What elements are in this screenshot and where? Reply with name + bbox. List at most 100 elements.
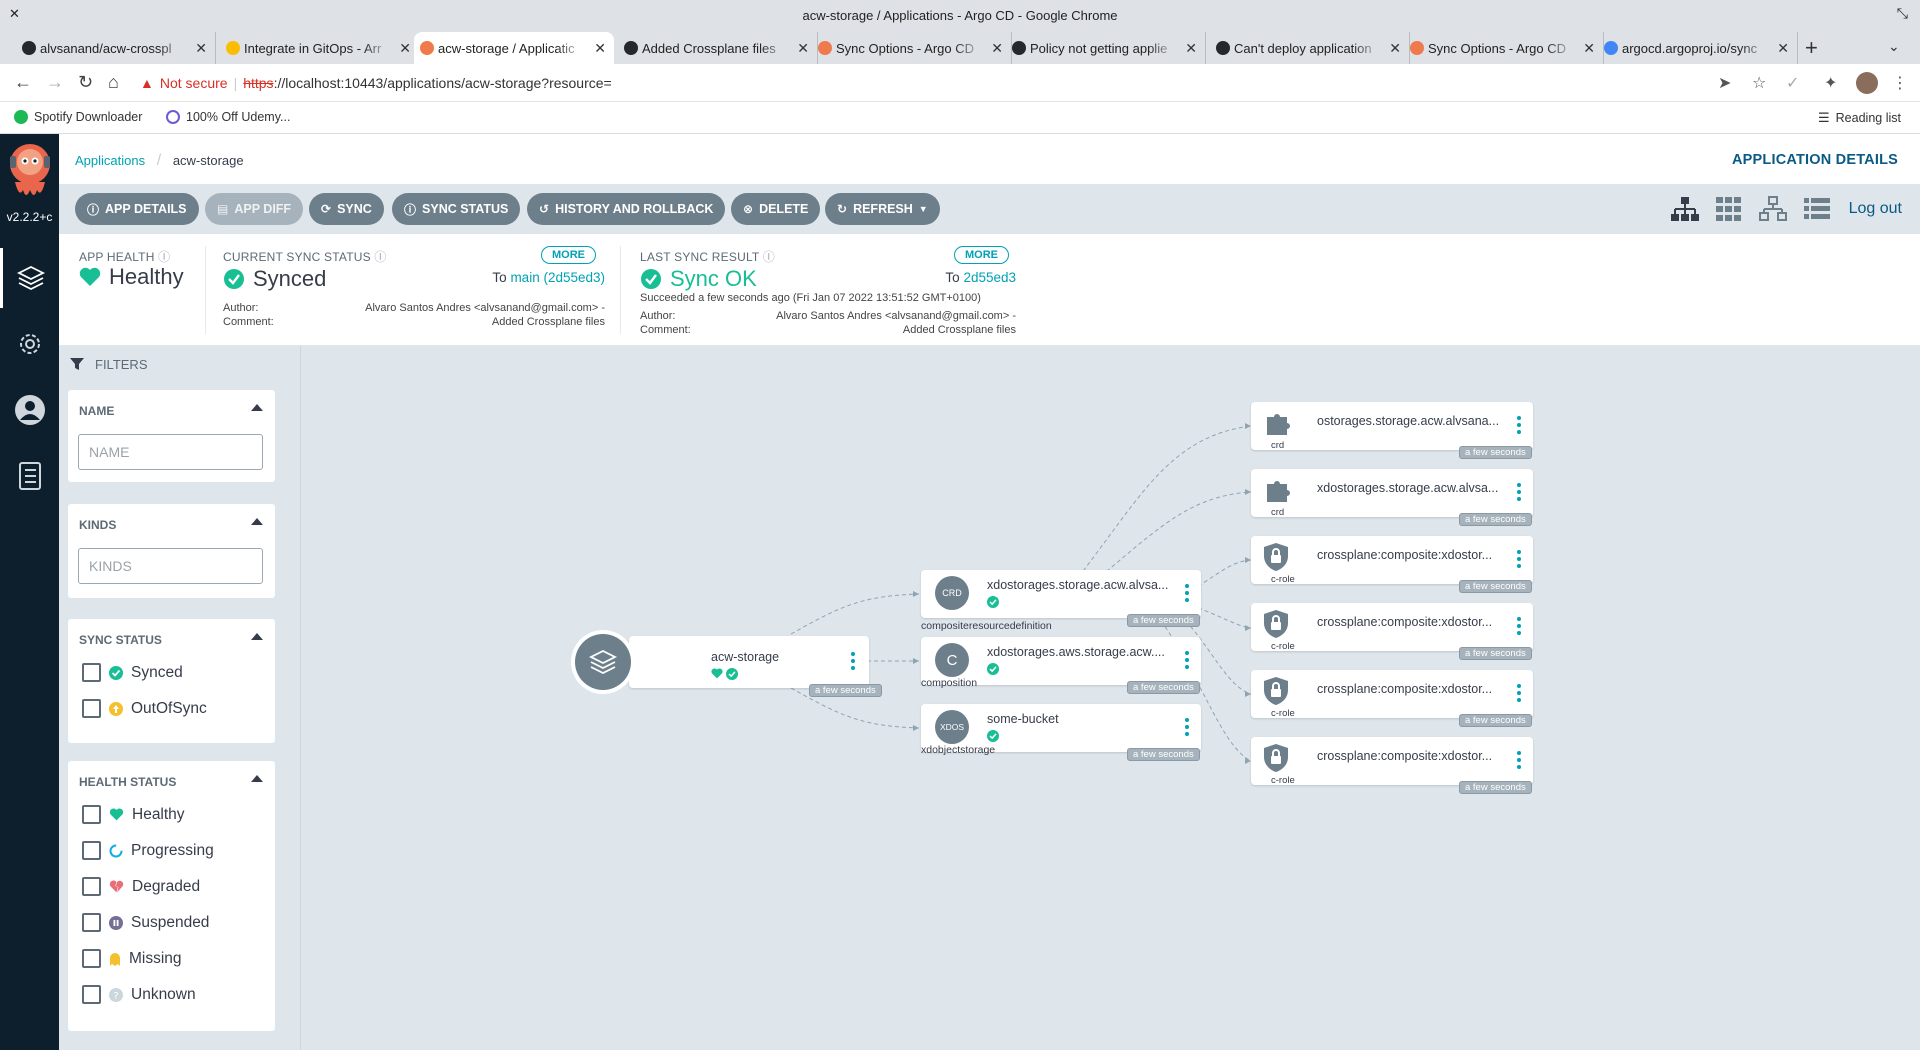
app-diff-button[interactable]: ▤ APP DIFF bbox=[205, 193, 304, 225]
tab-close-icon[interactable]: ✕ bbox=[1185, 40, 1197, 57]
resource-node-c-role[interactable]: c-role crossplane:composite:xdostor... a f… bbox=[1251, 670, 1533, 727]
progressing-checkbox[interactable] bbox=[82, 841, 101, 860]
browser-tab-3[interactable]: Added Crossplane files ✕ bbox=[618, 32, 818, 64]
send-icon[interactable]: ➤ bbox=[1718, 73, 1731, 93]
resource-node-xrd[interactable]: CRD xdostorages.storage.acw.alvsa... com… bbox=[921, 570, 1201, 632]
node-menu-icon[interactable] bbox=[1517, 550, 1521, 568]
collapse-caret-icon[interactable] bbox=[251, 633, 263, 640]
nav-applications[interactable] bbox=[0, 248, 59, 308]
refresh-button[interactable]: ↻ REFRESH ▼ bbox=[825, 193, 940, 225]
resource-node-crd[interactable]: crd xdostorages.storage.acw.alvsa... a few… bbox=[1251, 469, 1533, 526]
degraded-checkbox[interactable] bbox=[82, 877, 101, 896]
browser-tab-5[interactable]: Policy not getting applie ✕ bbox=[1006, 32, 1206, 64]
filter-missing[interactable]: Missing bbox=[82, 949, 182, 968]
sync-status-button[interactable]: ⓘ SYNC STATUS bbox=[392, 193, 521, 225]
tab-search-chevron-icon[interactable]: ⌄ bbox=[1888, 38, 1900, 55]
node-menu-icon[interactable] bbox=[1517, 684, 1521, 702]
node-menu-icon[interactable] bbox=[1185, 584, 1189, 602]
healthy-checkbox[interactable] bbox=[82, 805, 101, 824]
network-view-button[interactable] bbox=[1753, 192, 1793, 226]
node-menu-icon[interactable] bbox=[1517, 617, 1521, 635]
collapse-caret-icon[interactable] bbox=[251, 775, 263, 782]
resource-node-c-role[interactable]: c-role crossplane:composite:xdostor... a f… bbox=[1251, 536, 1533, 593]
filter-healthy[interactable]: Healthy bbox=[82, 805, 185, 824]
last-sync-revision-link[interactable]: 2d55ed3 bbox=[963, 270, 1016, 285]
browser-tab-4[interactable]: Sync Options - Argo CD ✕ bbox=[812, 32, 1012, 64]
tab-close-icon[interactable]: ✕ bbox=[1583, 40, 1595, 57]
forward-icon[interactable]: → bbox=[46, 72, 64, 93]
node-menu-icon[interactable] bbox=[1517, 483, 1521, 501]
pods-view-button[interactable] bbox=[1709, 192, 1749, 226]
resource-node-composition[interactable]: C xdostorages.aws.storage.acw.... compos… bbox=[921, 637, 1201, 694]
sync-revision-link[interactable]: main (2d55ed3) bbox=[510, 270, 605, 285]
outofsync-checkbox[interactable] bbox=[82, 699, 101, 718]
logout-link[interactable]: Log out bbox=[1849, 200, 1902, 218]
suspended-checkbox[interactable] bbox=[82, 913, 101, 932]
argo-logo-icon[interactable] bbox=[7, 142, 53, 204]
menu-kebab-icon[interactable]: ⋮ bbox=[1892, 73, 1908, 93]
node-menu-icon[interactable] bbox=[1517, 416, 1521, 434]
node-menu-icon[interactable] bbox=[1517, 751, 1521, 769]
resource-node-c-role[interactable]: c-role crossplane:composite:xdostor... a f… bbox=[1251, 603, 1533, 660]
app-node-menu-icon[interactable] bbox=[851, 652, 855, 670]
filter-outofsync[interactable]: OutOfSync bbox=[82, 699, 207, 718]
new-tab-button[interactable]: + bbox=[1805, 35, 1818, 61]
collapse-caret-icon[interactable] bbox=[251, 518, 263, 525]
filter-progressing[interactable]: Progressing bbox=[82, 841, 214, 860]
back-icon[interactable]: ← bbox=[14, 72, 32, 93]
reload-icon[interactable]: ↻ bbox=[78, 72, 93, 93]
collapse-caret-icon[interactable] bbox=[251, 404, 263, 411]
filter-unknown[interactable]: ? Unknown bbox=[82, 985, 196, 1004]
filter-synced[interactable]: Synced bbox=[82, 663, 183, 682]
home-icon[interactable]: ⌂ bbox=[108, 72, 119, 93]
url-field[interactable]: ▲ Not secure | https://localhost:10443/a… bbox=[140, 70, 1700, 96]
tab-close-icon[interactable]: ✕ bbox=[991, 40, 1003, 57]
tab-close-icon[interactable]: ✕ bbox=[797, 40, 809, 57]
profile-avatar[interactable] bbox=[1856, 72, 1878, 94]
synced-checkbox[interactable] bbox=[82, 663, 101, 682]
nav-settings[interactable] bbox=[0, 314, 59, 374]
node-menu-icon[interactable] bbox=[1185, 718, 1189, 736]
age-badge: a few seconds bbox=[1127, 748, 1200, 761]
history-rollback-button[interactable]: ↺ HISTORY AND ROLLBACK bbox=[527, 193, 726, 225]
browser-tab-2[interactable]: acw-storage / Applicatic ✕ bbox=[414, 32, 614, 64]
bookmark-spotify[interactable]: Spotify Downloader bbox=[14, 110, 142, 124]
filter-degraded[interactable]: Degraded bbox=[82, 877, 200, 896]
list-view-button[interactable] bbox=[1797, 192, 1837, 226]
breadcrumb-applications[interactable]: Applications bbox=[75, 153, 145, 168]
check-icon[interactable]: ✓ bbox=[1786, 73, 1799, 93]
kinds-filter-input[interactable]: KINDS bbox=[78, 548, 263, 584]
app-node[interactable]: acw-storage a few seconds bbox=[629, 636, 882, 697]
tree-view-button[interactable] bbox=[1665, 192, 1705, 226]
browser-tab-7[interactable]: Sync Options - Argo CD ✕ bbox=[1404, 32, 1604, 64]
browser-tab-0[interactable]: alvsanand/acw-crosspl ✕ bbox=[16, 32, 216, 64]
last-sync-more-button[interactable]: MORE bbox=[954, 246, 1009, 264]
tab-close-icon[interactable]: ✕ bbox=[1777, 40, 1789, 57]
nav-docs[interactable] bbox=[0, 446, 59, 506]
browser-tab-1[interactable]: Integrate in GitOps - Arr ✕ bbox=[220, 32, 420, 64]
bookmark-star-icon[interactable]: ☆ bbox=[1752, 73, 1766, 93]
browser-tab-6[interactable]: Can't deploy application ✕ bbox=[1210, 32, 1410, 64]
resource-node-crd[interactable]: crd ostorages.storage.acw.alvsana... a few… bbox=[1251, 402, 1533, 459]
tab-close-icon[interactable]: ✕ bbox=[399, 40, 411, 57]
delete-button[interactable]: ⊗ DELETE bbox=[731, 193, 821, 225]
resource-node-c-role[interactable]: c-role crossplane:composite:xdostor... a f… bbox=[1251, 737, 1533, 794]
tab-close-icon[interactable]: ✕ bbox=[1389, 40, 1401, 57]
reading-list-button[interactable]: ☰ Reading list bbox=[1818, 110, 1901, 126]
sync-button[interactable]: ⟳ SYNC bbox=[309, 193, 384, 225]
window-maximize-icon[interactable]: ⤡ bbox=[1897, 5, 1908, 22]
unknown-checkbox[interactable] bbox=[82, 985, 101, 1004]
bookmark-udemy[interactable]: 100% Off Udemy... bbox=[166, 110, 290, 124]
sync-more-button[interactable]: MORE bbox=[541, 246, 596, 264]
name-filter-input[interactable]: NAME bbox=[78, 434, 263, 470]
tab-close-icon[interactable]: ✕ bbox=[195, 40, 207, 57]
node-menu-icon[interactable] bbox=[1185, 651, 1189, 669]
resource-node-some-bucket[interactable]: XDOS some-bucket xdobjectstorage a few s… bbox=[921, 704, 1201, 761]
app-details-button[interactable]: ⓘ APP DETAILS bbox=[75, 193, 199, 225]
tab-close-icon[interactable]: ✕ bbox=[594, 40, 606, 57]
nav-user-info[interactable] bbox=[0, 380, 59, 440]
extensions-icon[interactable]: ✦ bbox=[1824, 73, 1837, 93]
browser-tab-8[interactable]: argocd.argoproj.io/sync ✕ bbox=[1598, 32, 1798, 64]
filter-suspended[interactable]: Suspended bbox=[82, 913, 209, 932]
missing-checkbox[interactable] bbox=[82, 949, 101, 968]
